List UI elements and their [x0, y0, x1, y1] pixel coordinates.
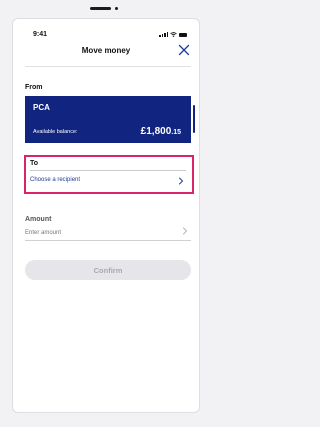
phone-screen: 9:41 Move money From PCA Available balan…	[12, 18, 200, 413]
status-icons	[159, 32, 187, 37]
balance-label: Available balance:	[33, 129, 78, 135]
account-card[interactable]: PCA Available balance: £1,800.15	[25, 96, 191, 143]
signal-icon	[159, 32, 168, 37]
recipient-placeholder: Choose a recipient	[30, 177, 81, 183]
page-title: Move money	[81, 46, 131, 55]
balance-main: £1,800	[140, 126, 172, 137]
account-name: PCA	[33, 103, 50, 112]
battery-icon	[179, 33, 187, 37]
to-label: To	[30, 160, 39, 167]
amount-input[interactable]: Enter amount	[25, 230, 61, 236]
amount-label: Amount	[25, 216, 52, 223]
balance-pence: .15	[171, 129, 181, 136]
to-label-divider	[30, 170, 186, 171]
confirm-button[interactable]: Confirm	[25, 260, 191, 280]
amount-underline	[25, 240, 191, 241]
device-camera	[115, 7, 118, 10]
device-notch	[90, 7, 111, 10]
chevron-right-icon[interactable]	[182, 227, 188, 235]
close-icon[interactable]	[178, 44, 190, 56]
wifi-icon	[170, 32, 177, 37]
carousel-scrollbar	[193, 105, 195, 133]
balance-amount: £1,800.15	[141, 126, 181, 137]
status-time: 9:41	[33, 31, 48, 38]
chevron-right-icon	[179, 177, 184, 185]
from-label: From	[25, 84, 43, 91]
status-bar: 9:41	[33, 31, 187, 41]
header-divider	[25, 66, 191, 67]
recipient-field[interactable]: To Choose a recipient	[24, 155, 194, 194]
